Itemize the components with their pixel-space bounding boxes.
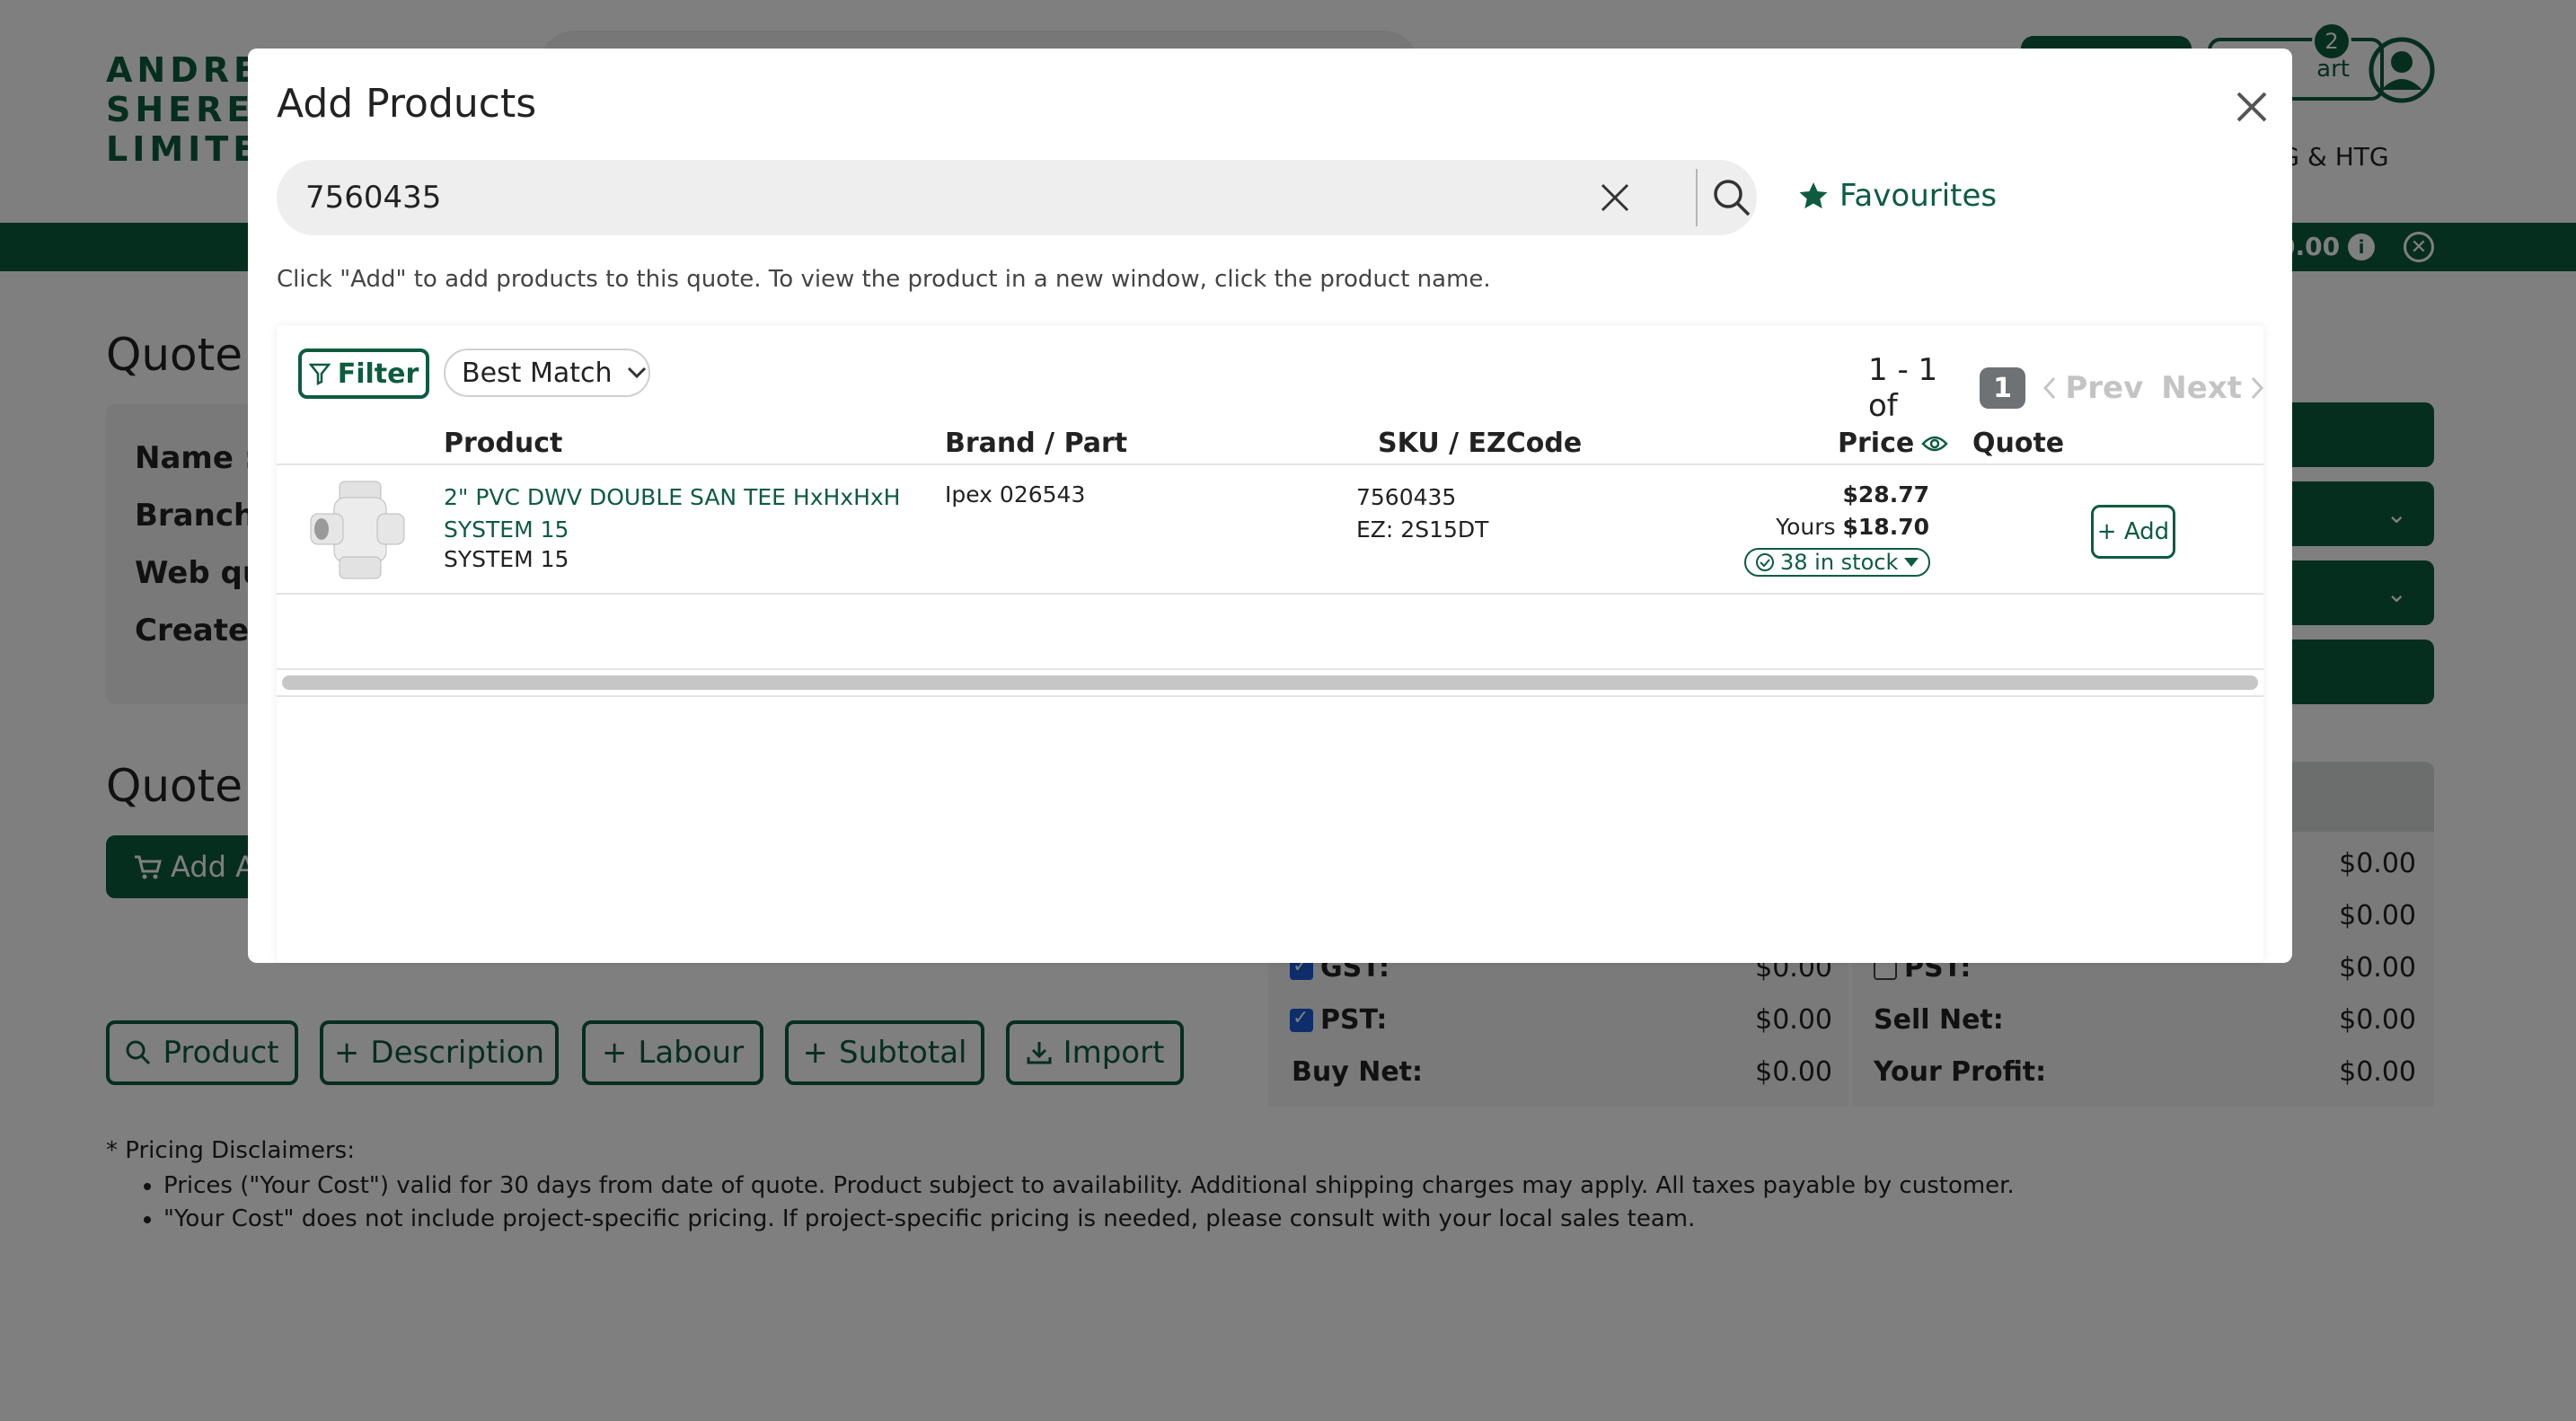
column-header-brand-part[interactable]: Brand / Part: [945, 428, 1127, 459]
stock-status-dropdown[interactable]: 38 in stock: [1744, 548, 1931, 577]
page-count-badge: 1: [1979, 367, 2026, 409]
ezcode-value: EZ: 2S15DT: [1356, 516, 1489, 543]
sort-value: Best Match: [462, 357, 613, 389]
chevron-right-icon: [2251, 376, 2263, 400]
pagination: 1 - 1 of 1 Prev Next: [1868, 352, 2263, 424]
product-subtitle: SYSTEM 15: [444, 546, 569, 572]
your-price-label: Yours: [1776, 514, 1836, 540]
next-page-button[interactable]: Next: [2161, 370, 2263, 406]
add-to-quote-button[interactable]: + Add: [2091, 505, 2175, 559]
brand-part: Ipex 026543: [945, 481, 1086, 508]
close-icon[interactable]: [2229, 84, 2274, 129]
eye-icon[interactable]: [1921, 435, 1948, 453]
next-label: Next: [2161, 370, 2242, 406]
column-header-product[interactable]: Product: [444, 428, 562, 459]
filter-label: Filter: [337, 357, 419, 390]
table-divider: [277, 668, 2263, 670]
price-header-label: Price: [1838, 428, 1915, 459]
prev-label: Prev: [2065, 370, 2144, 406]
filter-icon: [308, 363, 331, 385]
check-circle-icon: [1756, 553, 1774, 571]
search-icon[interactable]: [1710, 176, 1753, 219]
product-name-line: SYSTEM 15: [444, 516, 569, 543]
your-price-value: $18.70: [1842, 514, 1929, 540]
favourites-link[interactable]: Favourites: [1798, 178, 1997, 214]
filter-button[interactable]: Filter: [298, 349, 429, 399]
table-divider: [277, 695, 2263, 697]
sku-value: 7560435: [1356, 484, 1457, 510]
product-thumbnail[interactable]: [309, 478, 408, 582]
product-search-input[interactable]: 7560435: [305, 180, 441, 216]
list-price: $28.77: [1842, 481, 1929, 508]
add-products-modal: Add Products 7560435 Favourites Click "A…: [248, 49, 2292, 963]
chevron-left-icon: [2043, 376, 2056, 400]
favourites-label: Favourites: [1839, 178, 1998, 214]
star-icon: [1799, 182, 1828, 209]
product-name-link[interactable]: 2" PVC DWV DOUBLE SAN TEE HxHxHxH SYSTEM…: [444, 481, 911, 546]
prev-page-button[interactable]: Prev: [2043, 370, 2143, 406]
table-divider: [277, 463, 2263, 465]
stock-label: 38 in stock: [1780, 550, 1899, 575]
pagination-range: 1 - 1 of: [1868, 352, 1938, 424]
caret-down-icon: [1904, 558, 1919, 567]
table-divider: [277, 593, 2263, 595]
instructions-text: Click "Add" to add products to this quot…: [277, 266, 1491, 293]
modal-title: Add Products: [277, 81, 537, 127]
your-price: Yours $18.70: [1776, 514, 1929, 540]
column-header-sku-ezcode[interactable]: SKU / EZCode: [1378, 428, 1582, 459]
clear-search-icon[interactable]: [1595, 178, 1635, 217]
product-search-field[interactable]: 7560435: [277, 160, 1757, 235]
results-panel: Filter Best Match 1 - 1 of 1 Prev Next P…: [277, 325, 2263, 963]
column-header-price[interactable]: Price: [1838, 428, 1948, 459]
sku-ezcode: 7560435 EZ: 2S15DT: [1356, 481, 1488, 546]
horizontal-scrollbar[interactable]: [282, 675, 2258, 690]
chevron-down-icon: [627, 366, 646, 379]
column-header-quote: Quote: [1972, 428, 2065, 459]
sort-select[interactable]: Best Match: [444, 349, 650, 397]
product-name-line: 2" PVC DWV DOUBLE SAN TEE HxHxHxH: [444, 484, 901, 510]
search-divider: [1696, 169, 1698, 226]
